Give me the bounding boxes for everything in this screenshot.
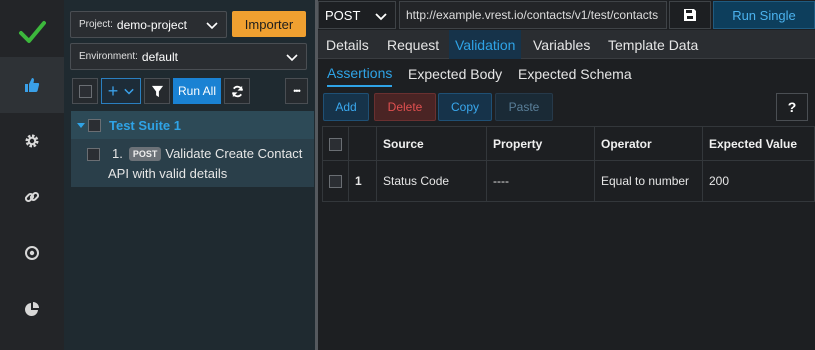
row-select-cell	[322, 160, 349, 202]
cell-property[interactable]: ----	[486, 160, 595, 202]
help-button[interactable]: ?	[776, 93, 808, 121]
testcase-checkbox[interactable]	[87, 148, 100, 161]
header-expected-value: Expected Value	[702, 126, 815, 161]
url-input[interactable]: http://example.vrest.io/contacts/v1/test…	[399, 1, 667, 29]
validation-subtabs: Assertions Expected Body Expected Schema	[318, 60, 815, 88]
select-all-rows-checkbox[interactable]	[329, 137, 342, 151]
subtab-assertions[interactable]: Assertions	[327, 60, 393, 87]
add-button[interactable]: Add	[323, 93, 369, 121]
filter-button[interactable]	[144, 78, 170, 104]
tab-request[interactable]: Request	[381, 30, 445, 59]
caret-down-icon[interactable]	[77, 122, 85, 128]
more-icon: •••	[293, 86, 301, 96]
importer-button[interactable]: Importer	[232, 11, 306, 37]
select-all-checkbox-wrap[interactable]	[72, 78, 98, 104]
method-select[interactable]: POST	[318, 1, 396, 29]
sidebar-item-help[interactable]	[0, 225, 64, 281]
icon-sidebar	[0, 0, 64, 350]
tab-variables[interactable]: Variables	[527, 30, 596, 59]
project-label: Project:	[79, 19, 113, 30]
filter-icon	[151, 85, 163, 97]
tab-validation[interactable]: Validation	[449, 30, 522, 59]
add-dropdown-button[interactable]: +	[101, 78, 141, 104]
cell-operator[interactable]: Equal to number	[594, 160, 703, 202]
header-num-cell	[348, 126, 377, 161]
method-value: POST	[325, 7, 361, 23]
testcase-number: 1.	[112, 146, 123, 161]
editor-tabs: Details Request Validation Variables Tem…	[318, 30, 815, 59]
cell-expected-value[interactable]: 200	[702, 160, 815, 202]
thumbs-up-icon	[25, 78, 40, 92]
header-property: Property	[486, 126, 595, 161]
chevron-down-icon	[375, 13, 387, 21]
table-row[interactable]: 1 Status Code ---- Equal to number 200	[322, 160, 815, 202]
sidebar-item-settings[interactable]	[0, 113, 64, 169]
test-case-row[interactable]: 1. POST Validate Create Contact API with v…	[71, 139, 314, 187]
select-all-checkbox[interactable]	[78, 84, 92, 98]
assertions-table: Source Property Operator Expected Value …	[322, 126, 815, 202]
header-select-cell	[322, 126, 349, 161]
delete-button[interactable]: Delete	[374, 93, 436, 121]
suite-checkbox[interactable]	[88, 118, 101, 132]
save-button[interactable]	[669, 1, 711, 29]
more-options-button[interactable]: •••	[285, 78, 308, 104]
sidebar-item-testcases[interactable]	[0, 57, 64, 113]
table-header-row: Source Property Operator Expected Value	[322, 126, 815, 161]
method-badge: POST	[128, 147, 162, 161]
add-icon: +	[107, 81, 119, 101]
environment-select[interactable]: Environment: default	[70, 43, 307, 70]
refresh-icon	[231, 85, 243, 97]
sidebar-item-links[interactable]	[0, 169, 64, 225]
save-icon	[684, 9, 696, 21]
cell-source[interactable]: Status Code	[376, 160, 487, 202]
chevron-down-icon	[286, 53, 298, 61]
tab-template-data[interactable]: Template Data	[602, 30, 704, 59]
header-source: Source	[376, 126, 487, 161]
refresh-button[interactable]	[224, 78, 250, 104]
testcase-title-line2: API with valid details	[108, 166, 228, 181]
run-all-button[interactable]: Run All	[173, 78, 221, 104]
sidebar-item-reports[interactable]	[0, 281, 64, 337]
subtab-expected-body[interactable]: Expected Body	[408, 60, 502, 87]
chevron-down-icon	[206, 21, 218, 29]
testcase-title-line1: Validate Create Contact	[165, 146, 303, 161]
sidebar-item-results[interactable]	[0, 4, 64, 60]
run-single-button[interactable]: Run Single	[713, 1, 815, 29]
pie-chart-icon	[25, 302, 39, 316]
subtab-expected-schema[interactable]: Expected Schema	[518, 60, 632, 87]
chevron-down-icon	[124, 88, 134, 95]
environment-value: default	[141, 49, 178, 64]
suite-title: Test Suite 1	[109, 117, 182, 133]
paste-button[interactable]: Paste	[495, 93, 553, 121]
gear-icon	[25, 134, 39, 148]
tab-details[interactable]: Details	[320, 30, 375, 59]
test-suite-row[interactable]: Test Suite 1	[71, 111, 314, 139]
row-number: 1	[348, 160, 377, 202]
environment-label: Environment:	[79, 51, 138, 62]
project-value: demo-project	[116, 17, 187, 32]
check-icon	[19, 21, 46, 43]
link-icon	[24, 191, 40, 203]
project-select[interactable]: Project: demo-project	[70, 11, 227, 38]
copy-button[interactable]: Copy	[438, 93, 492, 121]
header-operator: Operator	[594, 126, 703, 161]
row-checkbox[interactable]	[329, 175, 342, 189]
target-icon	[25, 246, 39, 260]
